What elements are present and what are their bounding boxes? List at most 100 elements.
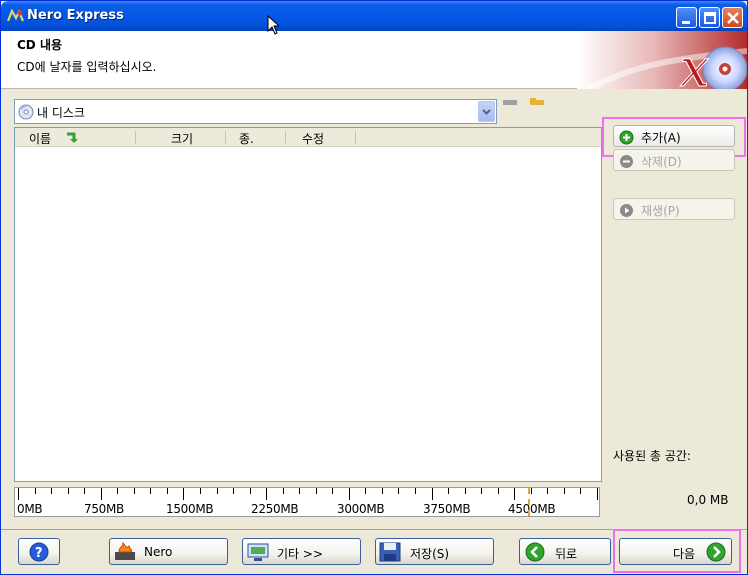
nero-logo-banner-icon: x <box>577 31 747 89</box>
column-modified[interactable]: 수정 <box>302 130 324 147</box>
help-icon: ? <box>29 542 49 565</box>
sort-arrow-icon <box>65 131 81 147</box>
page-subtitle: CD에 날자를 입력하십시오. <box>17 60 157 74</box>
next-arrow-icon <box>706 542 726 565</box>
add-button[interactable]: 추가(A) <box>613 125 735 147</box>
nero-express-window: Nero Express CD 내용 CD에 날자를 입력하십시오. x 내 디… <box>0 0 748 575</box>
ruler-tick <box>199 488 201 494</box>
ruler-tick <box>249 488 251 494</box>
ruler-tick <box>381 488 383 494</box>
ruler-tick <box>563 488 565 494</box>
ruler-tick <box>100 488 102 500</box>
ruler-tick <box>431 488 433 500</box>
up-folder-icon[interactable] <box>503 95 517 109</box>
save-label: 저장(S) <box>410 547 450 561</box>
delete-button[interactable]: 삭제(D) <box>613 149 735 171</box>
ruler-tick <box>183 488 185 500</box>
file-list[interactable]: 이름 크기 종. 수정 <box>14 127 602 482</box>
window-title: Nero Express <box>27 8 124 23</box>
ruler-label: 1500MB <box>166 502 214 516</box>
ruler-label: 4500MB <box>508 502 556 516</box>
ruler-tick <box>398 488 400 494</box>
column-name[interactable]: 이름 <box>29 130 51 147</box>
ruler-tick <box>150 488 152 494</box>
capacity-ruler: 0MB 750MB 1500MB 2250MB 3000MB 3750MB 45… <box>14 487 600 517</box>
ruler-tick <box>580 488 582 494</box>
delete-icon <box>619 154 634 172</box>
ruler-label: 3000MB <box>337 502 385 516</box>
back-arrow-icon <box>525 542 545 565</box>
column-separator[interactable] <box>225 131 226 144</box>
save-disk-icon <box>379 542 401 565</box>
minimize-button[interactable] <box>676 7 697 28</box>
ruler-tick <box>299 488 301 494</box>
ruler-tick <box>282 488 284 494</box>
more-button[interactable]: 기타 >> <box>242 538 361 565</box>
ruler-tick <box>266 488 268 500</box>
ruler-label: 3750MB <box>423 502 471 516</box>
used-space-value: 0,0 MB <box>687 493 729 507</box>
ruler-tick <box>18 488 19 500</box>
next-button[interactable]: 다음 <box>619 538 732 565</box>
page-title: CD 내용 <box>17 38 63 52</box>
add-label: 추가(A) <box>641 131 681 145</box>
ruler-tick <box>497 488 499 494</box>
help-button[interactable]: ? <box>18 538 60 565</box>
maximize-button[interactable] <box>699 7 720 28</box>
more-label: 기타 >> <box>277 547 324 561</box>
next-label: 다음 <box>673 547 696 561</box>
footer-divider <box>1 529 747 530</box>
nero-app-icon <box>6 8 25 23</box>
add-icon <box>619 130 634 148</box>
new-folder-icon[interactable] <box>530 95 544 109</box>
ruler-tick <box>117 488 119 494</box>
close-button[interactable] <box>722 7 743 28</box>
play-button[interactable]: 재생(P) <box>613 198 735 220</box>
ruler-tick <box>51 488 53 494</box>
ruler-tick <box>166 488 168 494</box>
disc-icon <box>18 104 34 123</box>
ruler-tick <box>547 488 549 494</box>
delete-label: 삭제(D) <box>641 155 682 169</box>
svg-text:x: x <box>680 39 709 89</box>
ruler-tick <box>481 488 483 494</box>
location-dropdown[interactable]: 내 디스크 <box>14 99 497 124</box>
monitor-icon <box>247 542 269 565</box>
play-icon <box>619 203 634 221</box>
ruler-tick <box>464 488 466 494</box>
ruler-tick <box>133 488 135 494</box>
back-button[interactable]: 뒤로 <box>519 538 611 565</box>
ruler-tick <box>34 488 36 494</box>
nero-button[interactable]: Nero <box>109 538 228 565</box>
ruler-tick <box>233 488 235 494</box>
nero-flame-icon <box>113 541 137 565</box>
ruler-tick <box>365 488 367 494</box>
ruler-tick <box>84 488 86 494</box>
column-separator[interactable] <box>285 131 286 144</box>
ruler-tick <box>348 488 350 500</box>
wizard-header: CD 내용 CD에 날자를 입력하십시오. x <box>1 31 747 89</box>
ruler-label: 0MB <box>17 502 43 516</box>
column-type[interactable]: 종. <box>239 130 254 147</box>
ruler-tick <box>332 488 334 494</box>
nero-label: Nero <box>144 545 173 559</box>
ruler-tick <box>315 488 317 494</box>
list-header: 이름 크기 종. 수정 <box>15 128 601 147</box>
back-label: 뒤로 <box>555 547 578 561</box>
ruler-tick <box>67 488 69 494</box>
mouse-cursor-icon <box>267 14 281 38</box>
column-size[interactable]: 크기 <box>171 130 193 147</box>
capacity-limit-marker <box>528 488 530 516</box>
ruler-tick <box>514 488 516 500</box>
dropdown-arrow-icon[interactable] <box>478 101 495 122</box>
used-space-label: 사용된 총 공간: <box>613 449 691 463</box>
title-bar[interactable]: Nero Express <box>1 1 747 31</box>
column-separator[interactable] <box>355 131 356 144</box>
save-button[interactable]: 저장(S) <box>375 538 494 565</box>
ruler-label: 2250MB <box>251 502 299 516</box>
ruler-tick <box>448 488 450 494</box>
ruler-tick <box>415 488 417 494</box>
column-separator[interactable] <box>135 131 136 144</box>
play-label: 재생(P) <box>641 204 680 218</box>
ruler-label: 750MB <box>84 502 124 516</box>
